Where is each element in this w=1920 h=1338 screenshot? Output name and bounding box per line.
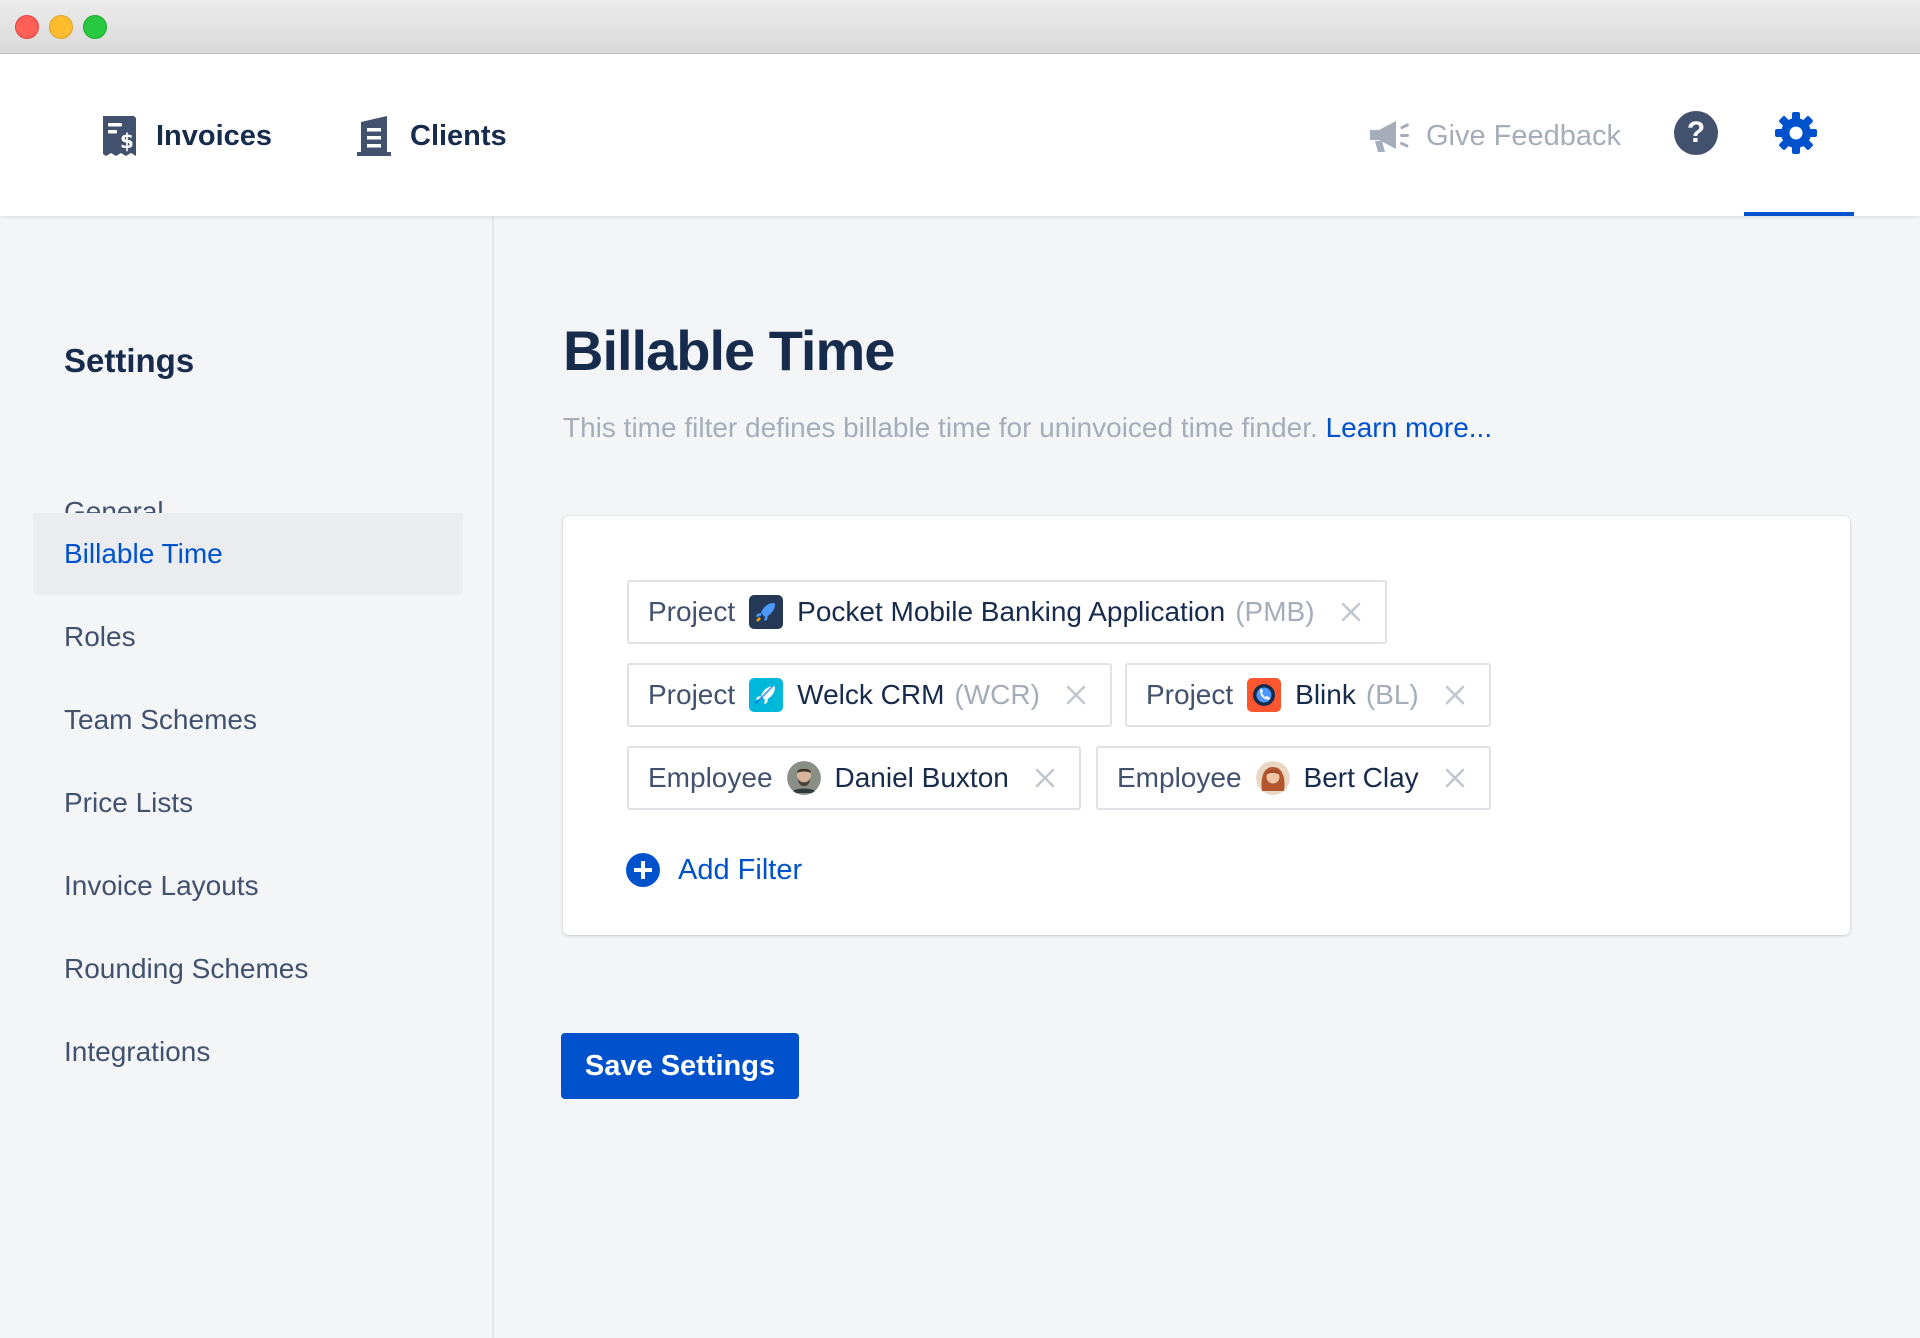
window-titlebar — [0, 0, 1920, 54]
nav-label-clients: Clients — [410, 119, 507, 152]
filter-chip: Employee Daniel Buxton — [627, 746, 1081, 810]
filter-name: Welck CRM — [797, 679, 945, 710]
filter-chip: Project Pocket Mobile Banking Applicatio… — [627, 580, 1387, 644]
sidebar-item-billable-time[interactable]: Billable Time — [33, 513, 463, 595]
remove-filter-icon[interactable] — [1443, 683, 1467, 707]
maximize-window-button[interactable] — [83, 15, 107, 39]
top-navigation: $ Invoices Clients Give Feedback ? — [0, 54, 1920, 216]
add-filter-label: Add Filter — [678, 853, 803, 886]
sidebar-item-price-lists[interactable]: Price Lists — [33, 762, 463, 844]
page-title: Billable Time — [563, 319, 895, 382]
rocket-project-icon — [749, 678, 784, 712]
help-button[interactable]: ? — [1674, 111, 1718, 155]
filter-key: (WCR) — [954, 679, 1040, 710]
remove-filter-icon[interactable] — [1339, 600, 1363, 624]
nav-item-invoices[interactable]: $ Invoices — [100, 112, 272, 160]
filter-chip: Employee Bert Clay — [1096, 746, 1491, 810]
phone-project-icon — [1247, 678, 1282, 712]
sidebar-item-invoice-layouts[interactable]: Invoice Layouts — [33, 845, 463, 927]
sidebar-item-label: Roles — [64, 621, 136, 652]
sidebar-item-label: Invoice Layouts — [64, 870, 259, 901]
sidebar-title: Settings — [64, 342, 195, 379]
give-feedback-button[interactable]: Give Feedback — [1368, 112, 1621, 160]
settings-sidebar: Settings General Billable Time Roles Tea… — [0, 216, 494, 1338]
filter-name: Blink — [1295, 679, 1356, 710]
sidebar-item-rounding-schemes[interactable]: Rounding Schemes — [33, 928, 463, 1010]
description-text: This time filter defines billable time f… — [563, 412, 1318, 443]
settings-active-indicator — [1744, 212, 1854, 216]
invoice-icon: $ — [103, 116, 136, 156]
avatar — [1255, 761, 1290, 795]
filter-name: Pocket Mobile Banking Application — [797, 596, 1226, 627]
sidebar-item-label: Integrations — [64, 1036, 211, 1067]
filter-chip: Project Welck CRM (WCR) — [627, 663, 1112, 727]
sidebar-item-label: Billable Time — [64, 538, 223, 569]
sidebar-item-integrations[interactable]: Integrations — [33, 1011, 463, 1093]
megaphone-icon — [1370, 121, 1409, 152]
sidebar-item-roles[interactable]: Roles — [33, 596, 463, 678]
page-description: This time filter defines billable time f… — [563, 412, 1492, 444]
filter-key: (PMB) — [1235, 596, 1315, 627]
save-settings-button[interactable]: Save Settings — [561, 1033, 799, 1099]
add-filter-button[interactable]: Add Filter — [626, 852, 802, 888]
filter-type: Employee — [648, 762, 773, 793]
filter-type: Employee — [1117, 762, 1242, 793]
remove-filter-icon[interactable] — [1064, 683, 1088, 707]
question-icon: ? — [1686, 116, 1706, 149]
plus-circle-icon — [626, 853, 660, 887]
filter-name: Bert Clay — [1303, 762, 1419, 793]
close-window-button[interactable] — [15, 15, 39, 39]
filter-name: Daniel Buxton — [834, 762, 1009, 793]
sidebar-item-label: Price Lists — [64, 787, 194, 818]
nav-label-invoices: Invoices — [156, 119, 273, 152]
remove-filter-icon[interactable] — [1033, 766, 1057, 790]
filter-chip: Project Blink (BL) — [1125, 663, 1491, 727]
svg-text:$: $ — [120, 129, 134, 153]
avatar — [786, 761, 821, 795]
learn-more-link[interactable]: Learn more... — [1326, 412, 1493, 443]
give-feedback-label: Give Feedback — [1426, 119, 1622, 152]
building-icon — [357, 116, 391, 156]
remove-filter-icon[interactable] — [1443, 766, 1467, 790]
filter-type: Project — [648, 679, 736, 710]
sidebar-item-team-schemes[interactable]: Team Schemes — [33, 679, 463, 761]
filter-type: Project — [648, 596, 736, 627]
gear-icon[interactable] — [1772, 109, 1820, 157]
rocket-project-icon — [749, 595, 784, 629]
minimize-window-button[interactable] — [49, 15, 73, 39]
sidebar-item-label: Rounding Schemes — [64, 953, 309, 984]
filter-key: (BL) — [1365, 679, 1419, 710]
sidebar-item-label: Team Schemes — [64, 704, 257, 735]
filter-type: Project — [1146, 679, 1234, 710]
nav-item-clients[interactable]: Clients — [354, 112, 507, 160]
